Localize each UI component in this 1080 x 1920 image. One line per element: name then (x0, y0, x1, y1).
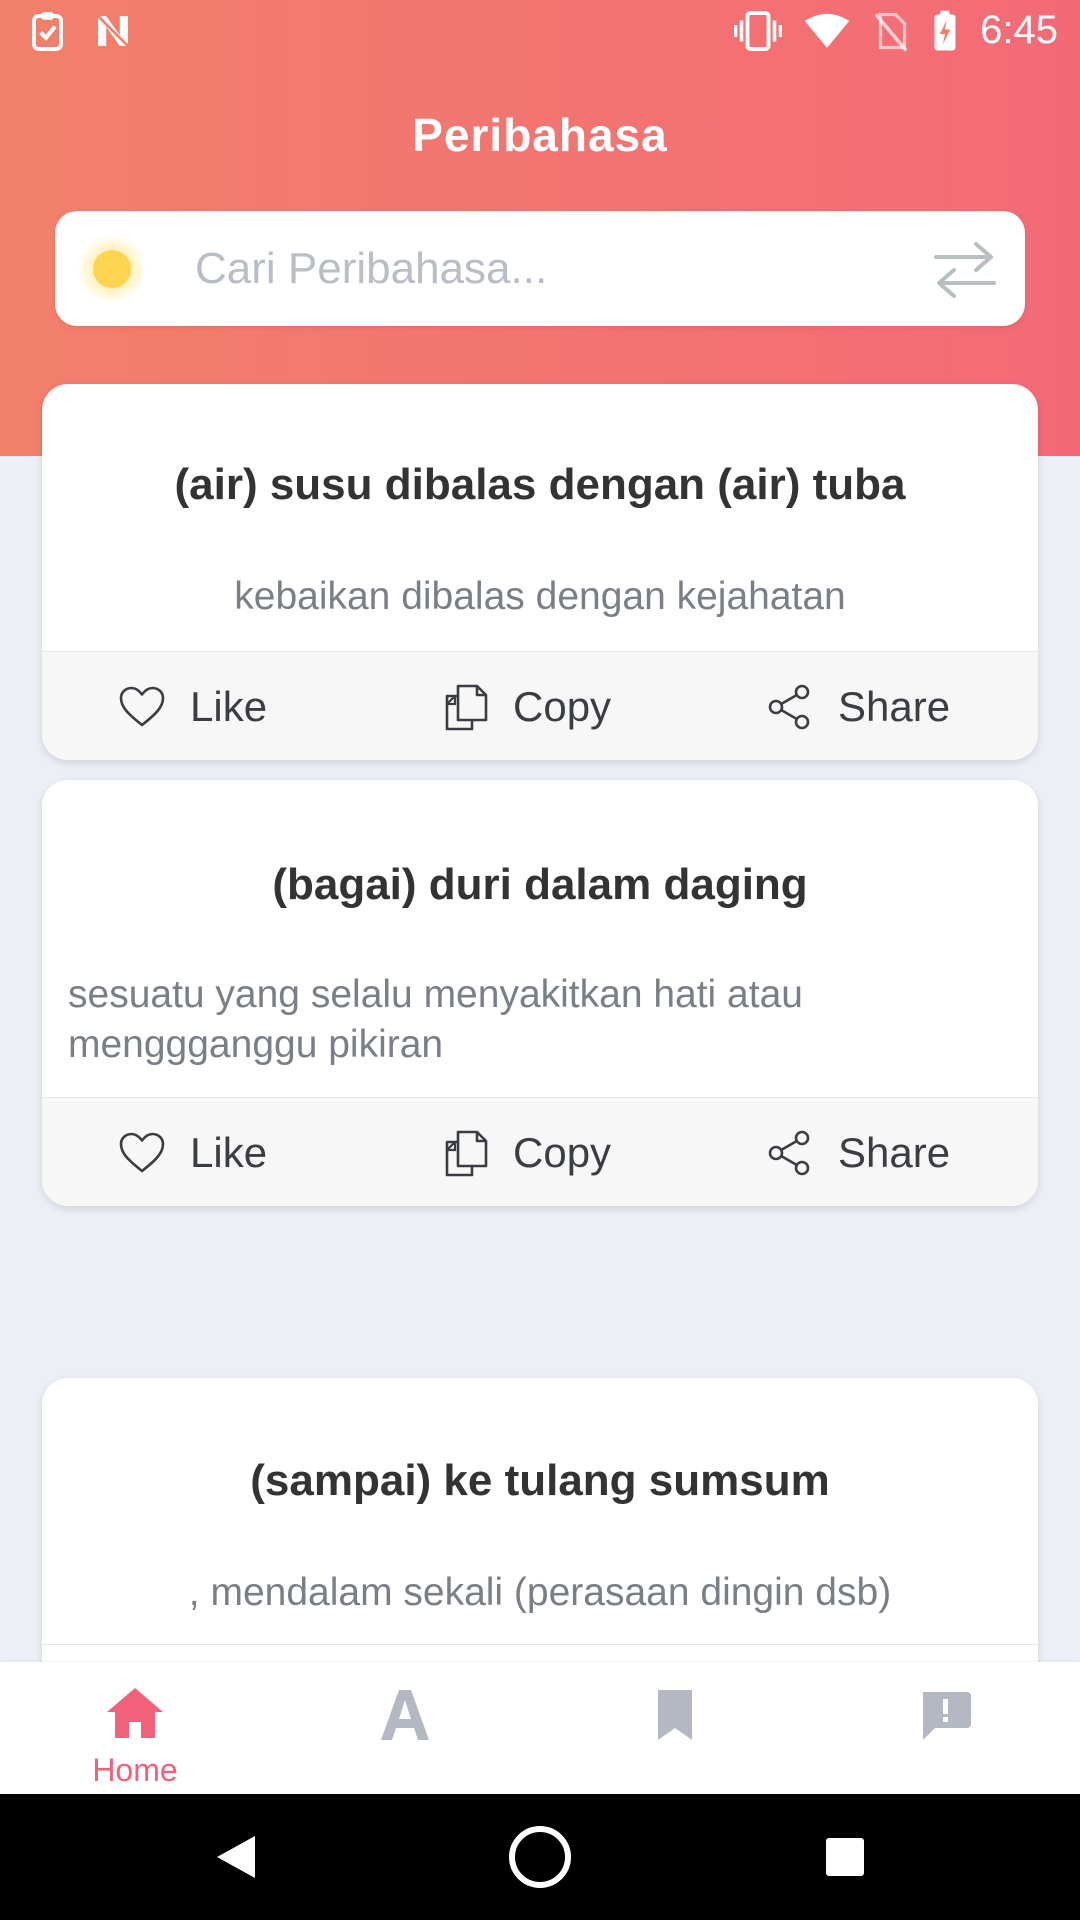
heart-icon (119, 686, 165, 726)
like-button[interactable]: Like (118, 652, 267, 760)
proverb-title: (bagai) duri dalam daging (272, 860, 808, 909)
no-sim-icon (874, 12, 908, 52)
home-icon (107, 1688, 163, 1738)
status-time: 6:45 (980, 8, 1058, 52)
share-label: Share (838, 682, 951, 730)
card-actions: Like Copy Share (42, 651, 1038, 760)
share-button[interactable]: Share (766, 652, 950, 760)
nav-bookmark[interactable] (575, 1662, 775, 1794)
status-bar: 6:45 (0, 0, 1080, 62)
bookmark-icon (658, 1690, 692, 1740)
proverb-meaning: sesuatu yang selalu menyakitkan hati ata… (68, 973, 803, 1066)
copy-icon (445, 684, 488, 730)
share-label: Share (838, 1128, 951, 1176)
like-label: Like (190, 682, 268, 730)
copy-button[interactable]: Copy (441, 1098, 611, 1206)
proverb-title: (air) susu dibalas dengan (air) tuba (174, 460, 906, 509)
bottom-navigation: Home (0, 1662, 1080, 1794)
share-icon (768, 684, 810, 729)
share-button[interactable]: Share (766, 1098, 950, 1206)
copy-label: Copy (513, 1128, 612, 1176)
copy-label: Copy (513, 682, 612, 730)
page-title: Peribahasa (412, 109, 668, 161)
card-actions: Like Copy Share (42, 1097, 1038, 1206)
proverb-title: (sampai) ke tulang sumsum (250, 1456, 830, 1505)
wifi-icon (804, 13, 850, 48)
proverb-card: (air) susu dibalas dengan (air) tuba keb… (42, 384, 1038, 760)
letter-a-icon (381, 1690, 429, 1740)
nav-feedback[interactable] (845, 1662, 1045, 1794)
task-check-icon (32, 12, 63, 51)
swap-arrows-icon[interactable] (930, 235, 1000, 305)
nav-alphabet[interactable] (305, 1662, 505, 1794)
vibrate-icon (734, 10, 783, 51)
feedback-icon (923, 1692, 971, 1740)
proverb-meaning: , mendalam sekali (perasaan dingin dsb) (188, 1571, 892, 1614)
divider (42, 1644, 1038, 1645)
recents-icon[interactable] (810, 1822, 880, 1892)
like-label: Like (190, 1128, 268, 1176)
nav-home[interactable]: Home (35, 1662, 235, 1794)
share-icon (768, 1130, 810, 1175)
heart-icon (119, 1132, 165, 1172)
proverb-card: (bagai) duri dalam daging sesuatu yang s… (42, 780, 1038, 1206)
nav-home-label: Home (92, 1752, 178, 1788)
battery-charging-icon (934, 10, 956, 50)
copy-button[interactable]: Copy (441, 652, 611, 760)
search-input[interactable] (195, 236, 895, 302)
n-logo-icon (97, 15, 129, 47)
system-navigation-bar (0, 1794, 1080, 1920)
copy-icon (445, 1130, 488, 1176)
proverb-meaning: kebaikan dibalas dengan kejahatan (234, 575, 846, 618)
home-circle-icon[interactable] (505, 1822, 575, 1892)
theme-toggle-sun-icon[interactable] (78, 235, 146, 303)
like-button[interactable]: Like (118, 1098, 267, 1206)
back-icon[interactable] (200, 1822, 270, 1892)
